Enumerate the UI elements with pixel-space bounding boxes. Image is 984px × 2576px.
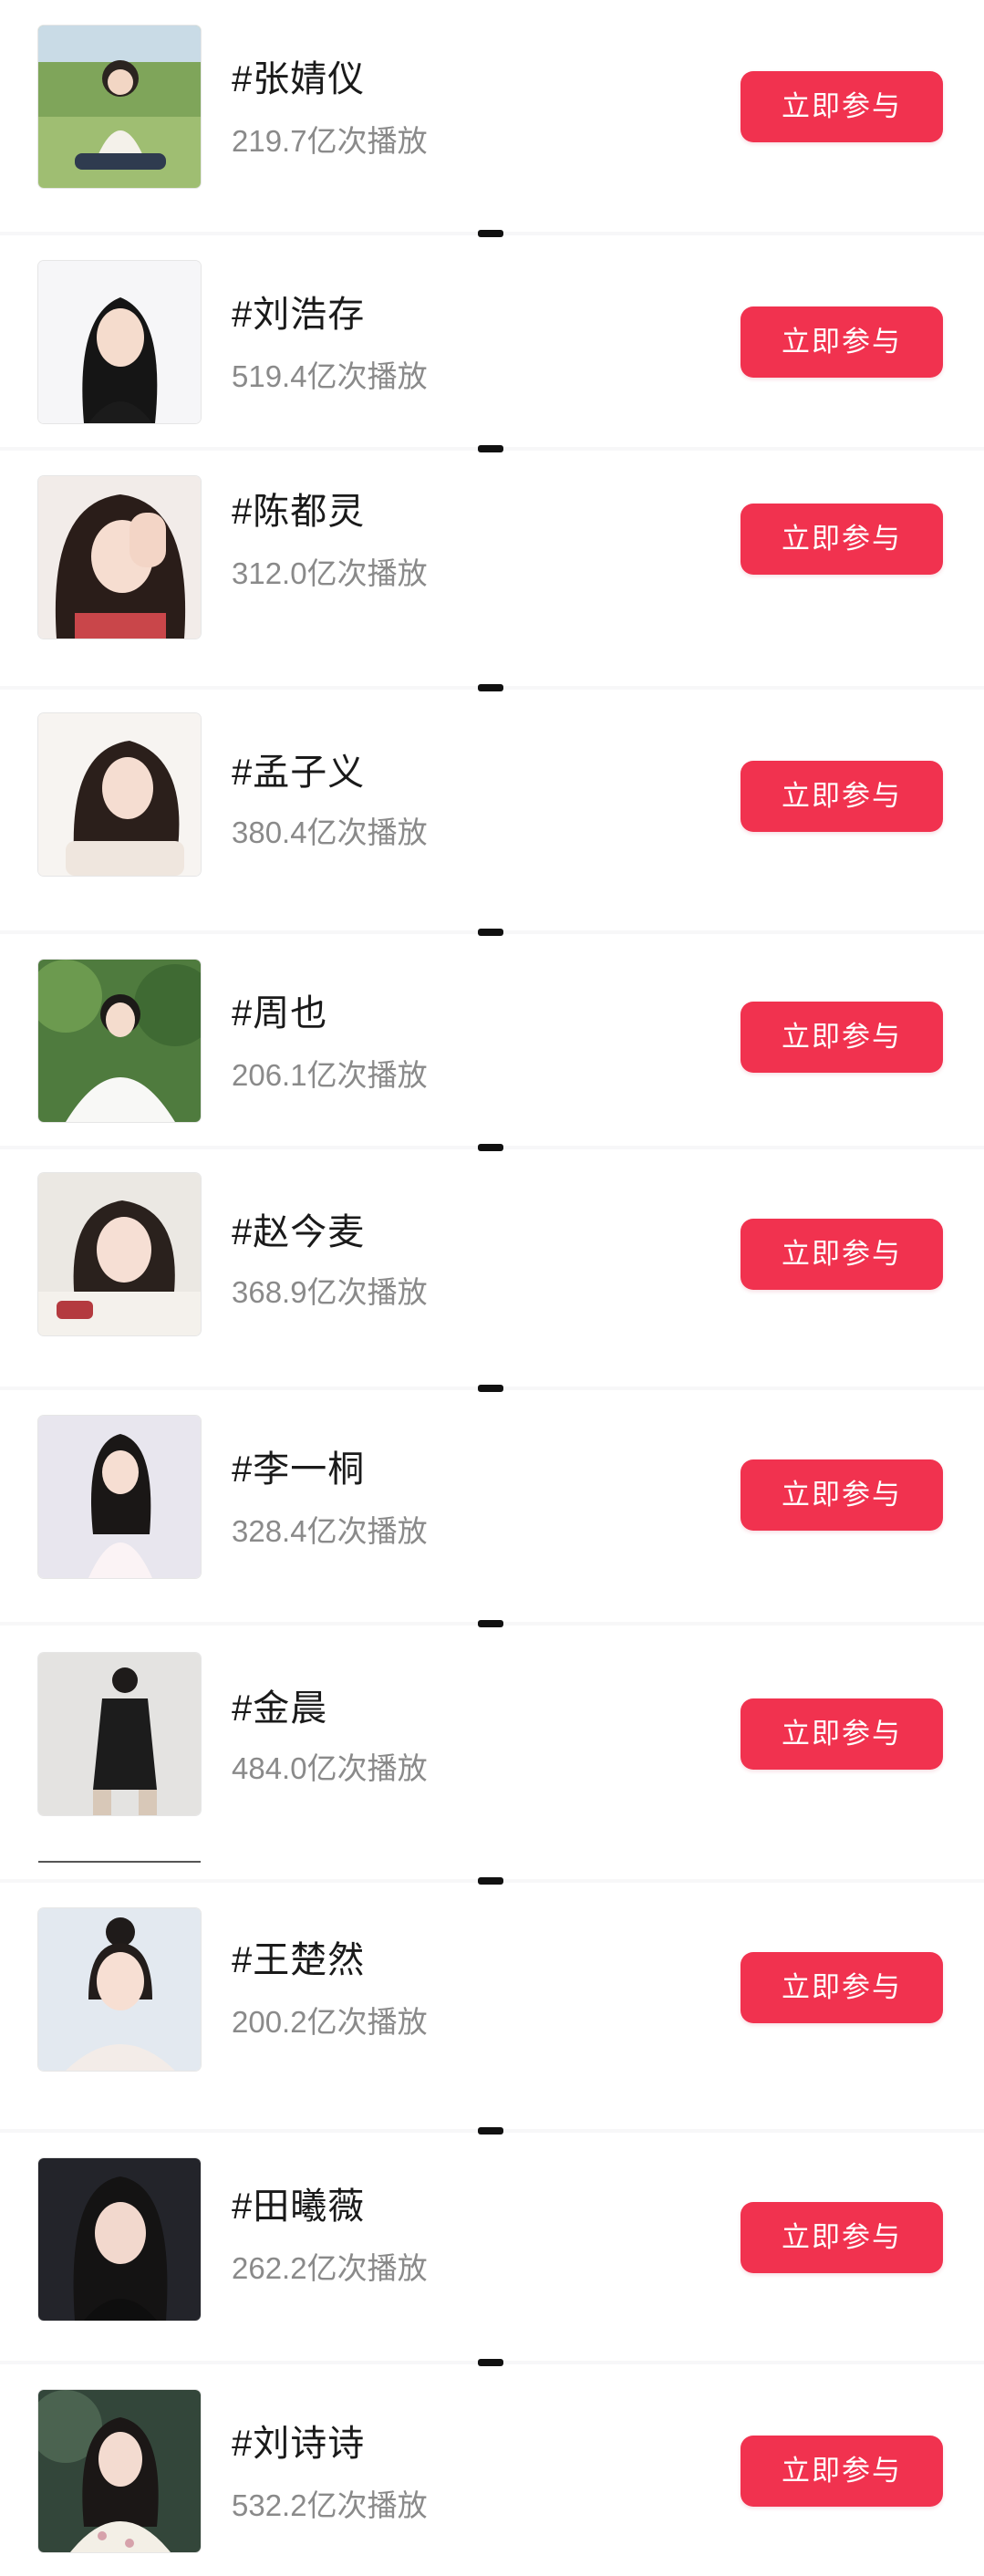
list-item[interactable]: #刘浩存 519.4亿次播放 立即参与: [0, 230, 984, 447]
avatar[interactable]: [38, 1173, 201, 1335]
topic-name[interactable]: #张婧仪: [232, 49, 365, 102]
list-item[interactable]: #周也 206.1亿次播放 立即参与: [0, 929, 984, 1146]
play-count: 200.2亿次播放: [232, 2005, 428, 2039]
portrait-floral-icon: [38, 2390, 201, 2552]
avatar[interactable]: [38, 26, 201, 188]
avatar[interactable]: [38, 1908, 201, 2071]
list-item[interactable]: #刘诗诗 532.2亿次播放 立即参与: [0, 2359, 984, 2576]
play-count: 206.1亿次播放: [232, 1058, 428, 1092]
list-item[interactable]: #张婧仪 219.7亿次播放 立即参与: [0, 0, 984, 232]
join-button[interactable]: 立即参与: [741, 2202, 943, 2273]
play-count: 519.4亿次播放: [232, 359, 428, 393]
play-count: 262.2亿次播放: [232, 2251, 428, 2285]
join-button[interactable]: 立即参与: [741, 71, 943, 142]
topic-name[interactable]: #赵今麦: [232, 1202, 365, 1255]
topic-name[interactable]: #金晨: [232, 1678, 327, 1731]
topic-name[interactable]: #李一桐: [232, 1439, 365, 1492]
topic-name[interactable]: #王楚然: [232, 1930, 365, 1983]
join-button[interactable]: 立即参与: [741, 1459, 943, 1531]
play-count: 219.7亿次播放: [232, 124, 428, 158]
avatar[interactable]: [38, 2158, 201, 2321]
avatar[interactable]: [38, 2390, 201, 2552]
divider-mark: [478, 1144, 503, 1151]
divider-line: [38, 1861, 201, 1863]
avatar[interactable]: [38, 1653, 201, 1815]
join-button[interactable]: 立即参与: [741, 1002, 943, 1073]
topic-name[interactable]: #田曦薇: [232, 2176, 365, 2229]
topic-name[interactable]: #陈都灵: [232, 482, 365, 535]
play-count: 380.4亿次播放: [232, 815, 428, 849]
play-count: 484.0亿次播放: [232, 1751, 428, 1785]
list-item[interactable]: #赵今麦 368.9亿次播放 立即参与: [0, 1144, 984, 1387]
avatar[interactable]: [38, 960, 201, 1122]
divider-mark: [478, 684, 503, 691]
topic-name[interactable]: #孟子义: [232, 743, 365, 795]
portrait-hand-on-face-icon: [38, 476, 201, 639]
portrait-hair-bun-icon: [38, 1908, 201, 2071]
list-item[interactable]: #王楚然 200.2亿次播放 立即参与: [0, 1877, 984, 2129]
portrait-black-hair-icon: [38, 261, 201, 423]
portrait-dark-icon: [38, 2158, 201, 2321]
topic-name[interactable]: #周也: [232, 983, 327, 1036]
topic-name[interactable]: #刘诗诗: [232, 2414, 365, 2467]
join-button[interactable]: 立即参与: [741, 761, 943, 832]
list-item[interactable]: #金晨 484.0亿次播放 立即参与: [0, 1620, 984, 1879]
avatar[interactable]: [38, 261, 201, 423]
list-item[interactable]: #孟子义 380.4亿次播放 立即参与: [0, 684, 984, 930]
list-item[interactable]: #田曦薇 262.2亿次播放 立即参与: [0, 2127, 984, 2361]
join-button[interactable]: 立即参与: [741, 1952, 943, 2023]
topic-list: #张婧仪 219.7亿次播放 立即参与 #刘浩存 519.4亿次播放 立即参与: [0, 0, 984, 2576]
avatar[interactable]: [38, 476, 201, 639]
join-button[interactable]: 立即参与: [741, 306, 943, 378]
portrait-white-dress-trees-icon: [38, 960, 201, 1122]
join-button[interactable]: 立即参与: [741, 504, 943, 575]
join-button[interactable]: 立即参与: [741, 1219, 943, 1290]
divider-mark: [478, 1877, 503, 1885]
play-count: 368.9亿次播放: [232, 1275, 428, 1309]
portrait-leaning-icon: [38, 713, 201, 876]
portrait-black-outfit-icon: [38, 1653, 201, 1815]
avatar[interactable]: [38, 1416, 201, 1578]
divider-mark: [478, 230, 503, 237]
topic-name[interactable]: #刘浩存: [232, 285, 365, 338]
divider-mark: [478, 929, 503, 936]
play-count: 328.4亿次播放: [232, 1514, 428, 1548]
play-count: 532.2亿次播放: [232, 2488, 428, 2522]
portrait-sitting-grass-icon: [38, 26, 201, 188]
portrait-white-dress-icon: [38, 1416, 201, 1578]
divider-mark: [478, 2359, 503, 2366]
portrait-table-icon: [38, 1173, 201, 1335]
divider-mark: [478, 1620, 503, 1627]
play-count: 312.0亿次播放: [232, 556, 428, 590]
divider-mark: [478, 445, 503, 452]
join-button[interactable]: 立即参与: [741, 1698, 943, 1770]
list-item[interactable]: #李一桐 328.4亿次播放 立即参与: [0, 1385, 984, 1622]
list-item[interactable]: #陈都灵 312.0亿次播放 立即参与: [0, 445, 984, 686]
divider-mark: [478, 2127, 503, 2135]
join-button[interactable]: 立即参与: [741, 2436, 943, 2507]
avatar[interactable]: [38, 713, 201, 876]
divider-mark: [478, 1385, 503, 1392]
